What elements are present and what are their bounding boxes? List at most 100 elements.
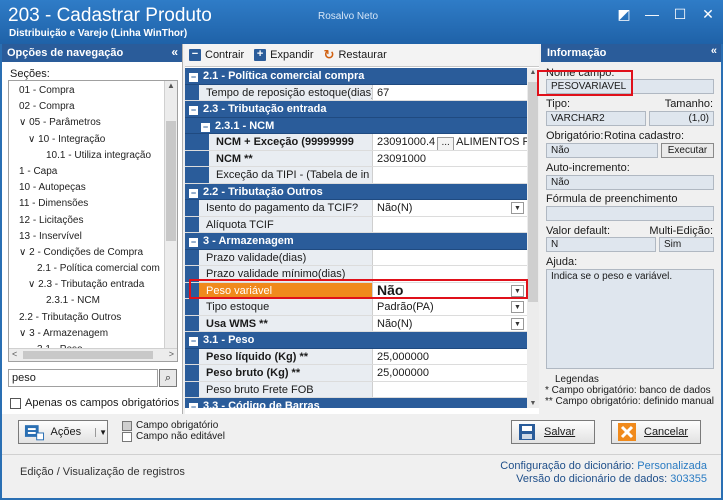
property-value[interactable]: 25,000000 [373, 349, 527, 365]
minimize-icon[interactable]: — [645, 6, 659, 23]
scroll-up-icon[interactable]: ▲ [165, 81, 177, 93]
collapse-nav-icon[interactable]: « [171, 45, 178, 59]
grid-row[interactable]: Peso líquido (Kg) ** 25,000000 [185, 348, 527, 365]
property-value[interactable]: 67 [373, 85, 527, 101]
tree-item[interactable]: 2.1 - Política comercial com [9, 261, 165, 277]
grid-row[interactable]: Alíquota TCIF [185, 216, 527, 233]
grid-scrollbar[interactable]: ▲ ▼ [527, 68, 539, 408]
tree-item[interactable]: ∨ 2 - Condições de Compra [9, 245, 165, 261]
plus-icon: + [254, 49, 267, 61]
collapse-section-icon[interactable]: − [189, 106, 198, 115]
section-label: 2.3.1 - NCM [215, 119, 275, 132]
grid-section-header[interactable]: −2.3.1 - NCM [185, 117, 527, 134]
grid-section-header[interactable]: −3.3 - Código de Barras [185, 398, 527, 408]
scroll-thumb[interactable] [166, 121, 176, 241]
tree-item[interactable]: 1 - Capa [9, 164, 165, 180]
only-required-toggle[interactable]: Apenas os campos obrigatórios [10, 397, 179, 409]
actions-dropdown-icon[interactable]: ▼ [95, 427, 107, 437]
actions-button[interactable]: Ações ▼ [18, 420, 108, 444]
tree-item[interactable]: ∨ 2.3 - Tributação entrada [9, 277, 165, 293]
tree-item[interactable]: 2.2 - Tributação Outros [9, 310, 165, 326]
tree-horizontal-scrollbar[interactable]: < > [9, 348, 177, 361]
collapse-section-icon[interactable]: − [189, 188, 198, 198]
only-required-checkbox[interactable] [10, 397, 21, 409]
property-value[interactable]: Padrão(PA) ▼ [373, 299, 527, 315]
cancel-button[interactable]: Cancelar [611, 420, 701, 444]
chevron-down-icon[interactable]: ▼ [511, 202, 524, 214]
grid-row[interactable]: Tipo estoque Padrão(PA) ▼ [185, 299, 527, 316]
collapse-section-icon[interactable]: − [189, 238, 198, 247]
grid-section-header[interactable]: −2.1 - Política comercial compra [185, 68, 527, 85]
property-value[interactable]: Não ▼ [373, 283, 527, 299]
grid-row[interactable]: NCM + Exceção (99999999 23091000.4... ALIM… [185, 134, 527, 151]
grid-row[interactable]: Prazo validade mínimo(dias) [185, 266, 527, 283]
maximize-icon[interactable]: ☐ [673, 6, 687, 23]
property-value[interactable]: 23091000.4... ALIMENTOS P [373, 134, 527, 150]
tree-item[interactable]: 10 - Autopeças [9, 180, 165, 196]
grid-row[interactable]: Isento do pagamento da TCIF? Não(N) ▼ [185, 200, 527, 217]
legend-manual-required: ** Campo obrigatório: definido manual [545, 396, 714, 407]
chevron-down-icon[interactable]: ▼ [511, 301, 524, 313]
scroll-right-icon[interactable]: > [169, 349, 174, 359]
collapse-section-icon[interactable]: − [189, 337, 198, 346]
tree-item[interactable]: ∨ 05 - Parâmetros [9, 115, 165, 131]
property-value[interactable]: 23091000 [373, 151, 527, 167]
tree-vertical-scrollbar[interactable]: ▲ [164, 81, 177, 349]
grid-section-header[interactable]: −2.2 - Tributação Outros [185, 183, 527, 200]
grid-section-header[interactable]: −2.3 - Tributação entrada [185, 101, 527, 118]
tree-item[interactable]: 11 - Dimensões [9, 196, 165, 212]
tree-item[interactable]: 10.1 - Utiliza integração [9, 148, 165, 164]
chevron-down-icon[interactable]: ▼ [511, 284, 524, 297]
collapse-section-icon[interactable]: − [189, 403, 198, 408]
collapse-section-icon[interactable]: − [189, 73, 198, 82]
property-name: Peso líquido (Kg) ** [199, 348, 373, 364]
save-button[interactable]: Salvar [511, 420, 595, 444]
property-value[interactable] [373, 250, 527, 266]
grid-scroll-thumb[interactable] [528, 82, 538, 302]
grid-row[interactable]: Prazo validade(dias) [185, 249, 527, 266]
grid-section-header[interactable]: −3.1 - Peso [185, 332, 527, 349]
scroll-left-icon[interactable]: < [12, 349, 17, 359]
tree-item[interactable]: ∨ 10 - Integração [9, 132, 165, 148]
chevron-down-icon[interactable]: ▼ [511, 317, 524, 330]
grid-section-header[interactable]: −3 - Armazenagem [185, 233, 527, 250]
tree-item[interactable]: 12 - Licitações [9, 213, 165, 229]
search-icon[interactable]: ⌕ [159, 369, 177, 387]
property-name: Peso bruto Frete FOB [199, 381, 373, 397]
expand-button[interactable]: + Expandir [254, 49, 314, 61]
execute-button[interactable]: Executar [661, 143, 714, 158]
close-icon[interactable]: ✕ [701, 6, 715, 23]
property-value[interactable]: Não(N) ▼ [373, 200, 527, 216]
grid-row[interactable]: NCM ** 23091000 [185, 150, 527, 167]
tree-item[interactable]: 13 - Inservível [9, 229, 165, 245]
grid-scroll-down-icon[interactable]: ▼ [527, 400, 539, 407]
property-value[interactable] [373, 266, 527, 282]
lookup-button[interactable]: ... [437, 137, 455, 150]
property-value[interactable]: 25,000000 [373, 365, 527, 381]
tree-item[interactable]: ∨ 3 - Armazenagem [9, 326, 165, 342]
property-value[interactable]: Não(N) ▼ [373, 316, 527, 332]
tree-item[interactable]: 2.3.1 - NCM [9, 293, 165, 309]
hscroll-thumb[interactable] [23, 351, 153, 359]
restore-layout-icon[interactable]: ◩ [617, 6, 631, 23]
tree-item[interactable]: 02 - Compra [9, 99, 165, 115]
section-label: 2.3 - Tributação entrada [203, 103, 327, 115]
grid-row[interactable]: Peso bruto (Kg) ** 25,000000 [185, 365, 527, 382]
tree-item[interactable]: 01 - Compra [9, 83, 165, 99]
collapse-info-icon[interactable]: « [711, 45, 717, 57]
collapse-button[interactable]: − Contrair [189, 49, 244, 61]
required-label: Obrigatório: [546, 130, 604, 142]
restore-button[interactable]: ↻ Restaurar [324, 47, 387, 63]
property-value[interactable] [373, 167, 527, 183]
search-input[interactable]: peso [8, 369, 158, 387]
grid-row[interactable]: Usa WMS ** Não(N) ▼ [185, 315, 527, 332]
grid-row-selected[interactable]: Peso variável Não ▼ [185, 282, 527, 299]
grid-row[interactable]: Peso bruto Frete FOB [185, 381, 527, 398]
collapse-section-icon[interactable]: − [201, 122, 210, 132]
grid-row[interactable]: Exceção da TIPI - (Tabela de in [185, 167, 527, 184]
property-value[interactable] [373, 382, 527, 398]
property-value-text: 25,000000 [377, 350, 429, 363]
sections-tree[interactable]: 01 - Compra 02 - Compra ∨ 05 - Parâmetros ∨… [8, 80, 178, 362]
property-value[interactable] [373, 217, 527, 233]
grid-row[interactable]: Tempo de reposição estoque(dias) 67 [185, 84, 527, 101]
